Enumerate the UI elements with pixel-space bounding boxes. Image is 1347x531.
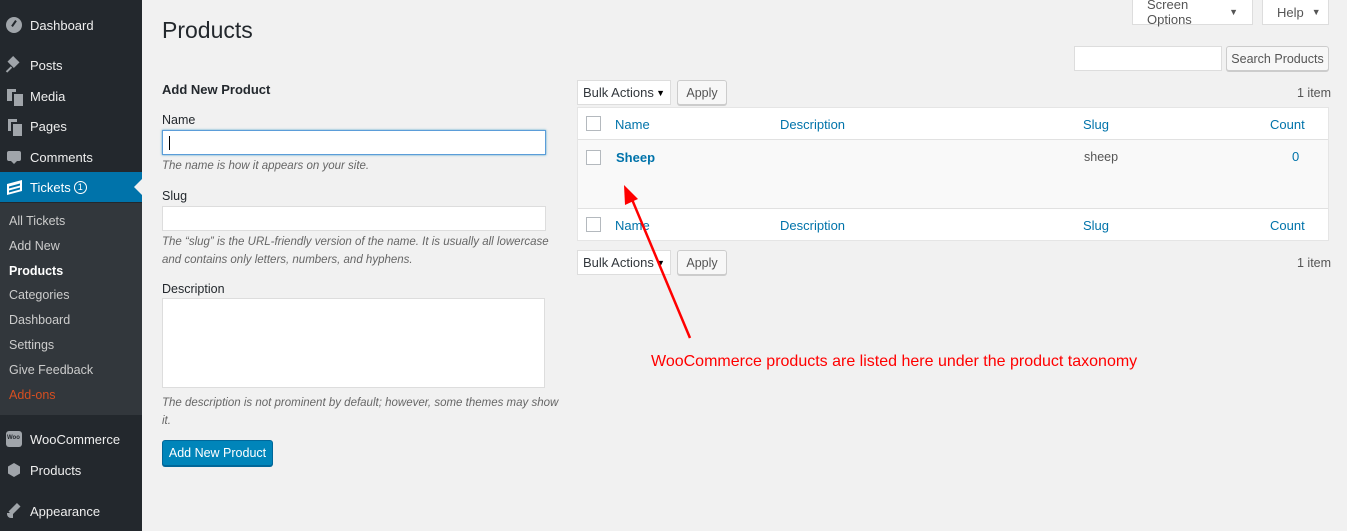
products-table: Name Description Slug Count Sheep sheep … xyxy=(577,107,1329,241)
row-slug: sheep xyxy=(1084,150,1119,164)
form-title: Add New Product xyxy=(162,82,271,97)
box-icon xyxy=(6,462,22,478)
caret-down-icon: ▼ xyxy=(1311,7,1321,17)
menu-item-dashboard[interactable]: Dashboard xyxy=(0,10,142,40)
bulk-actions-select-top[interactable]: Bulk Actions ▼ xyxy=(577,80,671,105)
menu-item-appearance[interactable]: Appearance xyxy=(0,496,142,526)
submenu-item-dashboard[interactable]: Dashboard xyxy=(9,313,70,327)
row-checkbox[interactable] xyxy=(586,150,601,165)
column-name-header[interactable]: Name xyxy=(615,117,650,132)
bulk-actions-select-bottom[interactable]: Bulk Actions ▼ xyxy=(577,250,671,275)
menu-item-pages[interactable]: Pages xyxy=(0,111,142,141)
help-button[interactable]: Help ▼ xyxy=(1262,0,1329,25)
tickets-submenu: All Tickets Add New Products Categories … xyxy=(0,203,142,415)
annotation-text: WooCommerce products are listed here und… xyxy=(651,353,1138,370)
bulk-actions-label: Bulk Actions xyxy=(583,85,654,100)
apply-button-top[interactable]: Apply xyxy=(677,80,727,105)
page-title: Products xyxy=(162,17,253,43)
screen-options-label: Screen Options xyxy=(1147,0,1192,27)
submenu-item-products[interactable]: Products xyxy=(9,264,63,278)
slug-help: The “slug” is the URL-friendly version o… xyxy=(162,236,549,266)
menu-item-posts[interactable]: Posts xyxy=(0,50,142,80)
notification-badge: 1 xyxy=(73,180,87,194)
column-description-header[interactable]: Description xyxy=(780,117,845,132)
pages-icon xyxy=(6,118,22,136)
menu-item-label: Media xyxy=(30,88,66,104)
media-icon xyxy=(6,88,23,106)
pin-icon xyxy=(6,57,22,73)
menu-item-tickets[interactable]: Tickets 1 xyxy=(0,172,142,202)
name-field[interactable] xyxy=(162,130,546,155)
search-input[interactable] xyxy=(1074,46,1222,71)
column-count-footer[interactable]: Count xyxy=(1270,218,1305,233)
help-label: Help xyxy=(1277,4,1304,20)
menu-item-media[interactable]: Media xyxy=(0,81,142,111)
submenu-item-categories[interactable]: Categories xyxy=(9,288,69,302)
table-row: Sheep sheep 0 xyxy=(578,140,1328,208)
menu-item-label: Posts xyxy=(30,57,63,73)
menu-item-label: Appearance xyxy=(30,503,101,519)
menu-item-comments[interactable]: Comments xyxy=(0,142,142,172)
add-new-product-button[interactable]: Add New Product xyxy=(162,440,273,466)
dashboard-icon xyxy=(6,17,22,33)
caret-down-icon: ▼ xyxy=(1229,7,1238,17)
slug-label: Slug xyxy=(162,189,188,203)
description-label: Description xyxy=(162,282,225,296)
screen-options-button[interactable]: Screen Options ▼ xyxy=(1132,0,1253,27)
submenu-item-all-tickets[interactable]: All Tickets xyxy=(9,214,65,228)
table-header: Name Description Slug Count xyxy=(578,108,1328,140)
slug-field[interactable] xyxy=(162,206,546,231)
column-count-header[interactable]: Count xyxy=(1270,117,1305,132)
admin-sidebar: Dashboard Posts Media Pages Comments Tic… xyxy=(0,0,142,531)
comments-icon xyxy=(6,149,22,165)
search-products-button[interactable]: Search Products xyxy=(1226,46,1329,71)
description-textarea[interactable] xyxy=(162,298,545,388)
submenu-item-add-new[interactable]: Add New xyxy=(9,239,60,253)
column-name-footer[interactable]: Name xyxy=(615,218,650,233)
apply-button-bottom[interactable]: Apply xyxy=(677,250,727,275)
description-help: The description is not prominent by defa… xyxy=(162,397,559,427)
submenu-item-add-ons[interactable]: Add-ons xyxy=(9,388,56,402)
row-count-link[interactable]: 0 xyxy=(1292,149,1299,164)
menu-item-woocommerce[interactable]: WooCommerce xyxy=(0,424,142,454)
brush-icon xyxy=(6,503,22,519)
submenu-item-settings[interactable]: Settings xyxy=(9,338,54,352)
tickets-icon xyxy=(6,179,22,195)
bulk-actions-label: Bulk Actions xyxy=(583,255,654,270)
name-help: The name is how it appears on your site. xyxy=(162,160,370,172)
caret-down-icon: ▼ xyxy=(656,87,665,98)
select-all-checkbox[interactable] xyxy=(586,116,601,131)
column-slug-footer[interactable]: Slug xyxy=(1083,218,1109,233)
item-count-bottom: 1 item xyxy=(1297,256,1332,270)
menu-item-label: Pages xyxy=(30,118,67,134)
name-label: Name xyxy=(162,113,196,127)
caret-down-icon: ▼ xyxy=(656,257,665,268)
menu-item-label: WooCommerce xyxy=(30,431,121,447)
woocommerce-icon xyxy=(6,431,22,447)
menu-item-label: Comments xyxy=(30,149,93,165)
menu-item-products[interactable]: Products xyxy=(0,455,142,485)
table-footer: Name Description Slug Count xyxy=(578,208,1328,240)
text-caret xyxy=(169,136,170,150)
select-all-checkbox-footer[interactable] xyxy=(586,217,601,232)
submenu-item-give-feedback[interactable]: Give Feedback xyxy=(9,363,93,377)
menu-item-label: Dashboard xyxy=(30,17,94,33)
menu-item-label: Tickets xyxy=(30,179,71,195)
column-slug-header[interactable]: Slug xyxy=(1083,117,1109,132)
row-title-link[interactable]: Sheep xyxy=(616,150,655,165)
column-description-footer[interactable]: Description xyxy=(780,218,845,233)
menu-item-label: Products xyxy=(30,462,82,478)
item-count-top: 1 item xyxy=(1297,86,1332,100)
